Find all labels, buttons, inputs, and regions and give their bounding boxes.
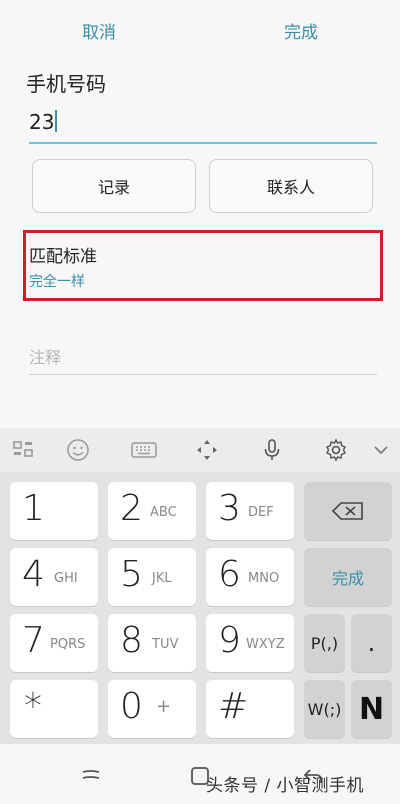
recent-apps-icon[interactable] [80, 768, 102, 782]
key-3[interactable]: 3 DEF [206, 482, 294, 540]
key-letters: JKL [152, 571, 172, 586]
record-button-label: 记录 [97, 178, 130, 197]
key-digit: 3 [218, 488, 241, 529]
contacts-button-label: 联系人 [266, 178, 315, 197]
wait-key-label: W(;) [307, 699, 342, 719]
microphone-icon[interactable] [260, 438, 284, 462]
key-0[interactable]: 0 + [108, 680, 196, 738]
note-input[interactable]: 注释 [29, 344, 61, 368]
wait-key[interactable]: W(;) [304, 680, 345, 738]
n-key[interactable]: N [351, 680, 392, 738]
match-criteria-setting[interactable]: 匹配标准 完全一样 [23, 230, 383, 301]
key-letters: TUV [152, 637, 179, 652]
key-2[interactable]: 2 ABC [108, 482, 196, 540]
key-letters: DEF [248, 505, 274, 520]
key-letters: ABC [150, 505, 177, 520]
key-digit: 1 [22, 488, 45, 529]
key-digit: 6 [218, 554, 241, 595]
key-8[interactable]: 8 TUV [108, 614, 196, 672]
key-4[interactable]: 4 GHI [10, 548, 98, 606]
cancel-button[interactable]: 取消 [82, 18, 116, 43]
key-letters: PQRS [50, 637, 86, 652]
period-key[interactable]: . [351, 614, 392, 672]
key-digit: 0 [120, 686, 143, 727]
key-6[interactable]: 6 MNO [206, 548, 294, 606]
phone-number-input[interactable]: 23 [29, 110, 58, 134]
key-digit: 5 [120, 554, 143, 595]
done-key[interactable]: 完成 [304, 548, 392, 606]
backspace-icon [331, 502, 363, 520]
key-digit: 8 [120, 620, 143, 661]
record-button[interactable]: 记录 [32, 159, 196, 213]
keyboard-icon[interactable] [130, 438, 158, 462]
pause-key[interactable]: P(,) [304, 614, 345, 672]
key-star[interactable]: * [10, 680, 98, 738]
pause-key-label: P(,) [310, 633, 339, 653]
n-key-label: N [358, 691, 385, 727]
watermark: 头条号 / 小智测手机 [206, 776, 365, 796]
key-5[interactable]: 5 JKL [108, 548, 196, 606]
match-criteria-value: 完全一样 [29, 274, 85, 290]
done-key-label: 完成 [331, 569, 364, 588]
key-digit: 2 [120, 488, 143, 529]
key-digit: * [24, 686, 42, 727]
key-1[interactable]: 1 [10, 482, 98, 540]
period-key-label: . [367, 629, 376, 657]
phone-number-value: 23 [29, 110, 55, 134]
key-letters: + [156, 696, 172, 717]
key-hash[interactable]: # [206, 680, 294, 738]
phone-input-underline [29, 142, 377, 144]
key-letters: MNO [248, 571, 280, 586]
dial-keypad: 1 2 ABC 3 DEF 4 GHI 5 JKL 6 MNO 完成 7 PQR… [0, 472, 400, 744]
settings-gear-icon[interactable] [324, 438, 348, 462]
text-cursor [55, 110, 58, 132]
phone-number-label: 手机号码 [26, 72, 106, 96]
key-7[interactable]: 7 PQRS [10, 614, 98, 672]
match-criteria-title: 匹配标准 [29, 247, 97, 267]
key-letters: GHI [54, 571, 78, 586]
backspace-key[interactable] [304, 482, 392, 540]
grid-menu-icon[interactable] [12, 438, 36, 462]
key-letters: WXYZ [246, 637, 285, 652]
note-underline [29, 374, 377, 375]
key-digit: 4 [22, 554, 45, 595]
key-digit: 9 [218, 620, 241, 661]
contacts-button[interactable]: 联系人 [209, 159, 373, 213]
key-digit: # [218, 686, 249, 727]
chevron-down-icon[interactable] [372, 438, 390, 462]
key-9[interactable]: 9 WXYZ [206, 614, 294, 672]
emoji-icon[interactable] [66, 438, 90, 462]
done-button[interactable]: 完成 [284, 18, 318, 43]
key-digit: 7 [22, 620, 45, 661]
action-bar: 取消 完成 [0, 0, 400, 62]
cursor-move-icon[interactable] [195, 438, 219, 462]
keyboard-toolbar [0, 428, 400, 472]
